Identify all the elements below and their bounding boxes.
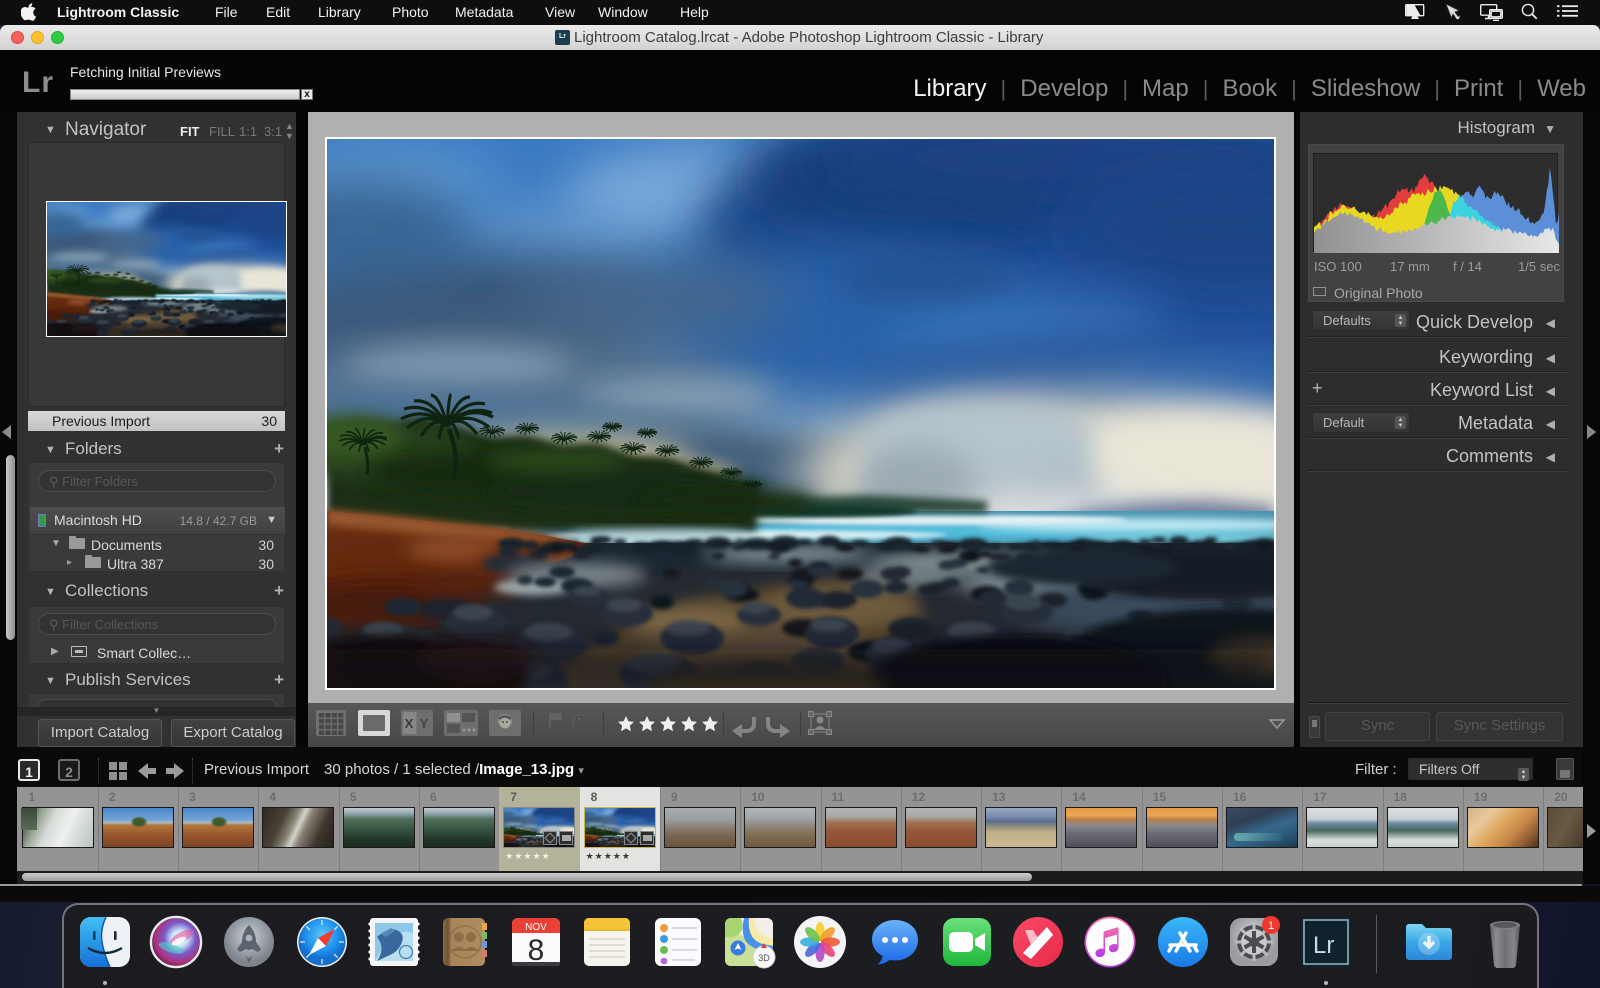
svg-text:Lr: Lr <box>1313 932 1334 959</box>
svg-text:X: X <box>405 716 414 731</box>
svg-text:x: x <box>578 717 581 723</box>
svg-text:Y: Y <box>420 716 429 731</box>
svg-text:3D: 3D <box>758 953 770 963</box>
svg-text:NOV: NOV <box>525 922 547 933</box>
svg-text:1: 1 <box>1268 920 1274 932</box>
